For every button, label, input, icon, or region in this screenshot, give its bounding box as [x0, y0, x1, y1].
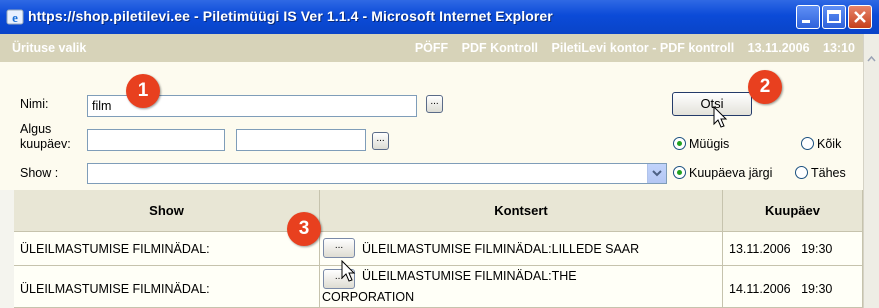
name-label: Nimi: — [20, 97, 49, 111]
table-row-2-date-value: 14.11.2006 — [729, 282, 791, 296]
browser-window: e https://shop.piletilevi.ee - Piletimüü… — [0, 0, 879, 308]
section-title: Ürituse valik — [12, 41, 87, 55]
column-header-show[interactable]: Show — [14, 190, 320, 232]
header-info: PÖFF PDF Kontroll PiletiLevi kontor - PD… — [405, 41, 855, 55]
radio-on-sale-label: Müügis — [689, 137, 730, 151]
page-header: Ürituse valik PÖFF PDF Kontroll PiletiLe… — [0, 34, 863, 62]
maximize-button[interactable] — [822, 5, 846, 29]
radio-on-sale-indicator[interactable] — [673, 137, 686, 150]
minimize-button[interactable] — [796, 5, 820, 29]
end-date-input[interactable] — [236, 129, 366, 151]
date-picker-button[interactable]: ... — [372, 132, 389, 150]
show-select[interactable] — [87, 163, 667, 184]
table-row-2-time-value: 19:30 — [801, 282, 833, 296]
radio-alphabetical-indicator[interactable] — [795, 166, 808, 179]
table-row-2-date-text: 14.11.2006 19:30 — [729, 282, 832, 296]
table-row-2-date: 14.11.2006 19:30 — [723, 266, 863, 308]
table-row-1-date: 13.11.2006 19:30 — [723, 232, 863, 266]
header-date: 13.11.2006 — [747, 41, 810, 55]
start-date-label: Algus kuupäev: — [20, 122, 71, 152]
table-row-2-concert: ... ÜLEILMASTUMISE FILMINÄDAL:THE CORPOR… — [320, 266, 723, 308]
svg-text:e: e — [12, 10, 18, 25]
select-concert-button-1[interactable]: ... — [323, 238, 355, 258]
date-picker-dots: ... — [376, 133, 385, 144]
start-date-label-line2: kuupäev: — [20, 137, 71, 151]
window-title: https://shop.piletilevi.ee - Piletimüügi… — [28, 8, 553, 24]
table-row-1-show-text: ÜLEILMASTUMISE FILMINÄDAL: — [20, 242, 210, 256]
close-button[interactable] — [848, 5, 872, 29]
table-row-1-show: ÜLEILMASTUMISE FILMINÄDAL: — [14, 232, 320, 266]
table-row-2-show: ÜLEILMASTUMISE FILMINÄDAL: — [14, 266, 320, 308]
close-icon — [854, 11, 866, 23]
table-row-1-concert-text: ÜLEILMASTUMISE FILMINÄDAL:LILLEDE SAAR — [362, 242, 640, 256]
radio-all-label: Kõik — [817, 137, 842, 151]
name-picker-button[interactable]: ... — [426, 95, 443, 113]
title-bar[interactable]: e https://shop.piletilevi.ee - Piletimüü… — [0, 0, 879, 34]
name-picker-dots: ... — [430, 96, 439, 107]
mouse-cursor-icon — [713, 106, 728, 128]
show-label: Show : — [20, 166, 59, 180]
search-button[interactable]: Otsi — [672, 92, 752, 116]
column-header-concert[interactable]: Kontsert — [320, 190, 723, 232]
scroll-up-arrow-icon[interactable] — [865, 52, 878, 66]
table-row-1-concert: ... ÜLEILMASTUMISE FILMINÄDAL:LILLEDE SA… — [320, 232, 723, 266]
table-row-2-concert-line1: ÜLEILMASTUMISE FILMINÄDAL:THE — [362, 269, 577, 283]
results-table: Show Kontsert Kuupäev ÜLEILMASTUMISE FIL… — [0, 190, 863, 308]
show-select-dropdown[interactable] — [647, 164, 666, 183]
radio-by-date-label: Kuupäeva järgi — [689, 166, 773, 180]
select-concert-dots-1: ... — [334, 240, 344, 251]
radio-all[interactable]: Kõik — [801, 137, 841, 151]
step-badge-1: 1 — [126, 74, 160, 108]
radio-alphabetical-label: Tähes — [811, 166, 846, 180]
table-row-1-date-text: 13.11.2006 19:30 — [729, 242, 832, 256]
step-badge-3: 3 — [287, 212, 321, 246]
mouse-cursor-icon — [341, 260, 356, 282]
name-input-value: film — [92, 99, 112, 113]
header-time: 13:10 — [823, 41, 855, 55]
table-row-1-date-value: 13.11.2006 — [729, 242, 791, 256]
header-mode: PDF Kontroll — [461, 41, 539, 55]
vertical-scrollbar[interactable] — [863, 34, 879, 308]
table-row-1-time-value: 19:30 — [801, 242, 833, 256]
radio-by-date-indicator[interactable] — [673, 166, 686, 179]
start-date-input[interactable] — [87, 129, 225, 151]
table-row-2-show-text: ÜLEILMASTUMISE FILMINÄDAL: — [20, 282, 210, 296]
maximize-icon — [827, 10, 841, 23]
radio-all-indicator[interactable] — [801, 137, 814, 150]
header-event: PÖFF — [414, 41, 449, 55]
start-date-label-line1: Algus — [20, 122, 52, 136]
radio-alphabetical[interactable]: Tähes — [795, 166, 846, 180]
chevron-down-icon — [652, 170, 662, 177]
table-row-2-concert-line2: CORPORATION — [322, 290, 415, 304]
column-header-date[interactable]: Kuupäev — [723, 190, 863, 232]
minimize-icon — [802, 20, 810, 23]
internet-explorer-icon: e — [6, 9, 24, 25]
step-badge-2: 2 — [748, 70, 782, 104]
radio-on-sale[interactable]: Müügis — [673, 137, 729, 151]
radio-by-date[interactable]: Kuupäeva järgi — [673, 166, 772, 180]
header-location: PiletiLevi kontor - PDF kontroll — [551, 41, 735, 55]
